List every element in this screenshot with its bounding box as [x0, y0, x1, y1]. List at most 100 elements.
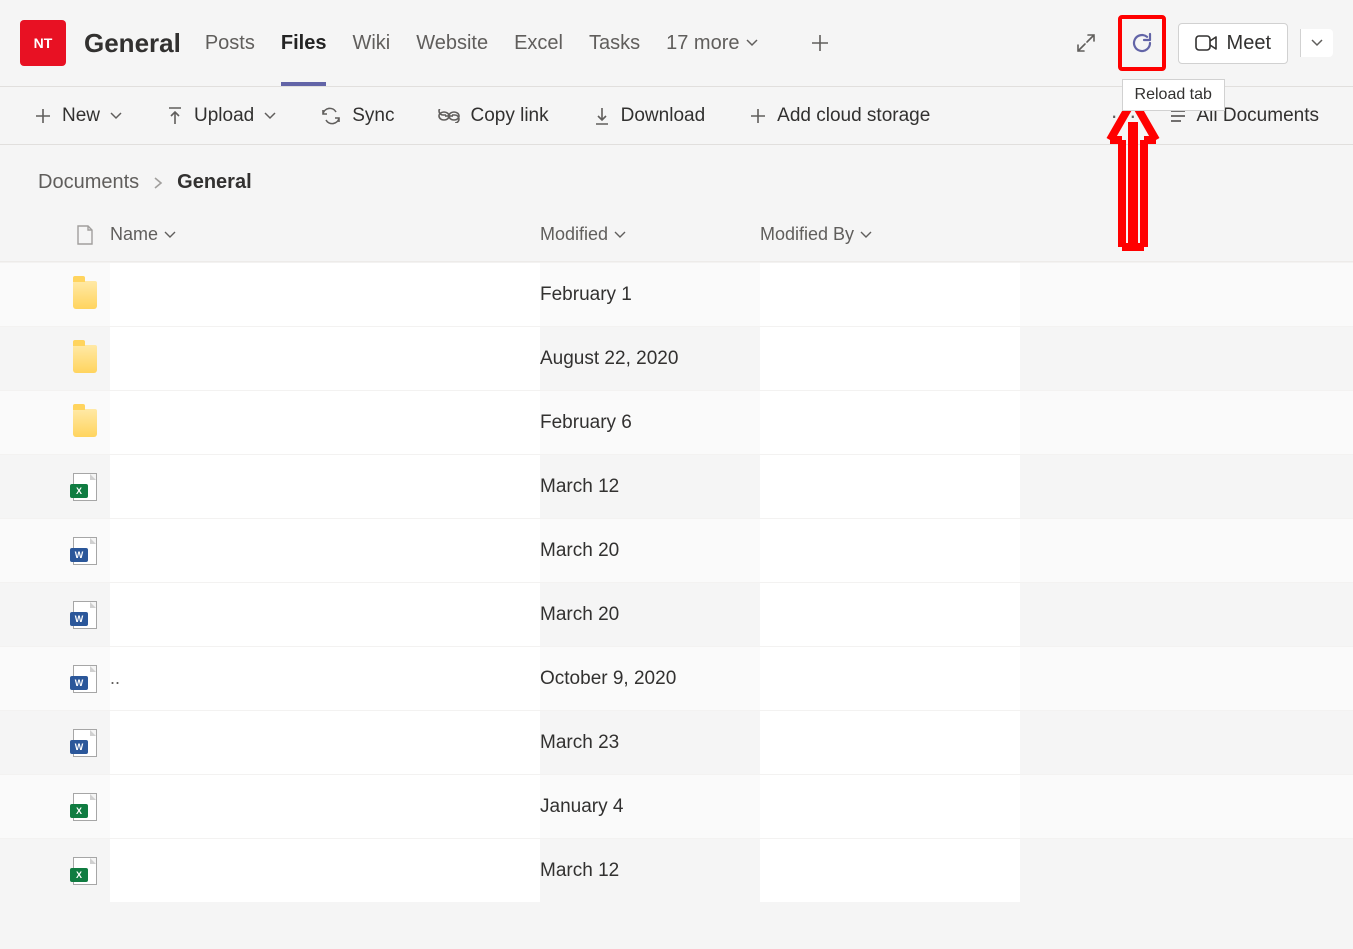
cell-name [110, 327, 540, 390]
chevron-down-icon [164, 231, 176, 239]
video-icon [1195, 35, 1217, 51]
cell-name [110, 455, 540, 518]
column-modifiedby[interactable]: Modified By [760, 224, 1020, 245]
cell-modifiedby [760, 391, 1020, 454]
cell-modifiedby [760, 455, 1020, 518]
upload-button[interactable]: Upload [166, 105, 276, 127]
cell-modified: March 20 [540, 604, 760, 626]
copylink-button[interactable]: Copy link [438, 105, 548, 127]
crumb-current: General [177, 171, 251, 194]
copylink-label: Copy link [470, 105, 548, 127]
cell-modifiedby [760, 583, 1020, 646]
cell-modified: February 1 [540, 284, 760, 306]
meet-label: Meet [1227, 32, 1271, 55]
table-row[interactable]: W March 20 [0, 518, 1353, 582]
tab-wiki[interactable]: Wiki [352, 0, 390, 86]
tab-website[interactable]: Website [416, 0, 488, 86]
cell-modifiedby [760, 775, 1020, 838]
channel-title: General [84, 28, 181, 59]
word-file-icon: W [73, 665, 97, 693]
folder-icon [73, 345, 97, 373]
tab-tasks[interactable]: Tasks [589, 0, 640, 86]
folder-icon [73, 409, 97, 437]
cell-name [110, 391, 540, 454]
addcloud-label: Add cloud storage [777, 105, 930, 127]
reload-button[interactable]: Reload tab [1118, 15, 1166, 71]
cell-name [110, 583, 540, 646]
column-modified[interactable]: Modified [540, 224, 760, 245]
excel-file-icon: X [73, 793, 97, 821]
cell-modifiedby [760, 519, 1020, 582]
top-bar: NT General Posts Files Wiki Website Exce… [0, 0, 1353, 87]
excel-file-icon: X [73, 473, 97, 501]
table-row[interactable]: X March 12 [0, 838, 1353, 902]
table-row[interactable]: XMarch 12 [0, 454, 1353, 518]
cell-modified: August 22, 2020 [540, 348, 760, 370]
cell-modified: January 4 [540, 796, 760, 818]
cell-name [110, 263, 540, 326]
new-button[interactable]: New [34, 105, 122, 127]
add-tab-button[interactable] [804, 27, 836, 59]
cell-modified: March 23 [540, 732, 760, 754]
upload-label: Upload [194, 105, 254, 127]
new-label: New [62, 105, 100, 127]
tab-files[interactable]: Files [281, 0, 327, 86]
column-modified-label: Modified [540, 224, 608, 245]
cell-name [110, 839, 540, 902]
tab-more-label: 17 more [666, 32, 739, 55]
chevron-down-icon [860, 231, 872, 239]
table-row[interactable]: February 1 [0, 262, 1353, 326]
cell-modifiedby [760, 647, 1020, 710]
download-button[interactable]: Download [593, 105, 706, 127]
column-type-icon [60, 224, 110, 246]
column-modifiedby-label: Modified By [760, 224, 854, 245]
chevron-right-icon [153, 176, 163, 190]
expand-button[interactable] [1066, 23, 1106, 63]
table-row[interactable]: W..October 9, 2020 [0, 646, 1353, 710]
table-header: Name Modified Modified By [0, 208, 1353, 262]
sync-label: Sync [352, 105, 394, 127]
cell-modified: February 6 [540, 412, 760, 434]
team-avatar[interactable]: NT [20, 20, 66, 66]
cell-modified: October 9, 2020 [540, 668, 760, 690]
cell-modified: March 20 [540, 540, 760, 562]
cell-name [110, 711, 540, 774]
file-list: February 1 August 22, 2020 February 6 X Marc… [0, 262, 1353, 902]
column-name[interactable]: Name [110, 224, 540, 245]
chevron-down-icon [264, 112, 276, 120]
word-file-icon: W [73, 729, 97, 757]
tab-strip: Posts Files Wiki Website Excel Tasks 17 … [205, 0, 836, 86]
table-row[interactable]: W March 20 [0, 582, 1353, 646]
sync-button[interactable]: Sync [320, 105, 394, 127]
table-row[interactable]: X January 4 [0, 774, 1353, 838]
table-row[interactable]: August 22, 2020 [0, 326, 1353, 390]
cell-modifiedby [760, 839, 1020, 902]
word-file-icon: W [73, 537, 97, 565]
addcloud-button[interactable]: Add cloud storage [749, 105, 930, 127]
cell-modifiedby [760, 711, 1020, 774]
folder-icon [73, 281, 97, 309]
tab-excel[interactable]: Excel [514, 0, 563, 86]
cell-name: .. [110, 647, 540, 710]
excel-file-icon: X [73, 857, 97, 885]
column-name-label: Name [110, 224, 158, 245]
chevron-down-icon [746, 39, 758, 47]
table-row[interactable]: W March 23 [0, 710, 1353, 774]
chevron-down-icon [614, 231, 626, 239]
meet-button[interactable]: Meet [1178, 23, 1288, 64]
cell-modifiedby [760, 263, 1020, 326]
tab-more[interactable]: 17 more [666, 32, 757, 55]
download-label: Download [621, 105, 706, 127]
top-actions: Reload tab Meet [1066, 15, 1333, 71]
crumb-root[interactable]: Documents [38, 171, 139, 194]
meet-dropdown[interactable] [1300, 29, 1333, 57]
cell-modifiedby [760, 327, 1020, 390]
table-row[interactable]: February 6 [0, 390, 1353, 454]
cell-modified: March 12 [540, 860, 760, 882]
cell-name [110, 519, 540, 582]
tab-posts[interactable]: Posts [205, 0, 255, 86]
chevron-down-icon [110, 112, 122, 120]
word-file-icon: W [73, 601, 97, 629]
cell-name [110, 775, 540, 838]
breadcrumb: Documents General [0, 145, 1353, 208]
